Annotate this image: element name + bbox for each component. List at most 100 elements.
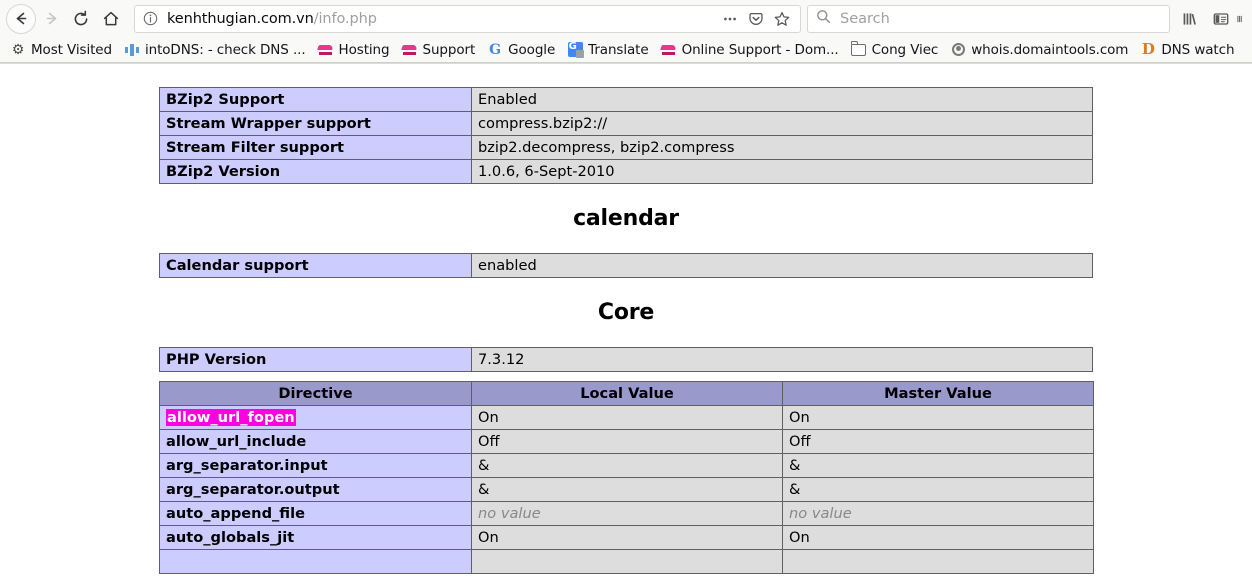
bookmark-label: whois.domaintools.com (971, 41, 1129, 58)
menu-icon[interactable] (1236, 5, 1246, 33)
table-spacer (159, 372, 1093, 381)
toolbar-right (1174, 5, 1246, 33)
table-row: Calendar support enabled (159, 253, 1093, 278)
row-key: BZip2 Support (159, 87, 472, 112)
column-header-directive: Directive (159, 381, 472, 406)
row-value: compress.bzip2:// (471, 111, 1093, 136)
row-value: bzip2.decompress, bzip2.compress (471, 135, 1093, 160)
url-actions (718, 7, 796, 31)
table-row: Stream Wrapper support compress.bzip2:// (159, 111, 1093, 136)
page-content: BZip2 Support Enabled Stream Wrapper sup… (0, 64, 1252, 578)
star-gear-icon: ⚙ (11, 41, 25, 58)
navigation-toolbar: kenhthugian.com.vn/info.php Search (0, 0, 1252, 37)
phpinfo-body: BZip2 Support Enabled Stream Wrapper sup… (159, 64, 1094, 574)
master-value: Off (782, 429, 1094, 454)
row-value: 1.0.6, 6-Sept-2010 (471, 159, 1093, 184)
master-value: no value (782, 501, 1094, 526)
url-bar[interactable]: kenhthugian.com.vn/info.php (134, 4, 801, 33)
directive-name: allow_url_include (159, 429, 472, 454)
table-row: Stream Filter support bzip2.decompress, … (159, 135, 1093, 160)
home-icon (102, 10, 120, 28)
bookmark-label: Online Support - Dom... (681, 41, 839, 58)
bookmark-label: Google (508, 41, 556, 58)
table-row: PHP Version 7.3.12 (159, 347, 1093, 372)
intodns-icon (124, 42, 140, 58)
row-value: Enabled (471, 87, 1093, 112)
bookmark-hosting[interactable]: Hosting (312, 39, 396, 61)
back-button[interactable] (6, 3, 36, 34)
pocket-icon[interactable] (744, 7, 768, 31)
table-row: auto_append_file no value no value (159, 501, 1094, 526)
bookmark-star-icon[interactable] (770, 7, 794, 31)
bookmark-dns-watch[interactable]: D DNS watch (1134, 39, 1240, 61)
reload-button[interactable] (66, 5, 96, 33)
bookmark-intodns[interactable]: intoDNS: - check DNS ... (118, 39, 312, 61)
library-icon[interactable] (1174, 5, 1205, 33)
local-value: On (471, 405, 783, 430)
master-value: & (782, 477, 1094, 502)
page-actions-icon[interactable] (718, 7, 742, 31)
bookmark-google[interactable]: G Google (481, 39, 561, 61)
google-translate-icon (567, 41, 584, 58)
table-row: auto_globals_jit On On (159, 525, 1094, 550)
sidebar-icon[interactable] (1205, 5, 1236, 33)
bookmark-most-visited[interactable]: ⚙ Most Visited (4, 39, 118, 61)
table-row: BZip2 Version 1.0.6, 6-Sept-2010 (159, 159, 1093, 184)
table-header-row: Directive Local Value Master Value (159, 381, 1094, 406)
local-value: On (471, 525, 783, 550)
bookmarks-bar: ⚙ Most Visited intoDNS: - check DNS ... … (0, 37, 1252, 63)
folder-icon (850, 41, 867, 58)
url-text[interactable]: kenhthugian.com.vn/info.php (167, 11, 718, 27)
table-row: BZip2 Support Enabled (159, 87, 1093, 112)
row-key: PHP Version (159, 347, 472, 372)
back-icon (6, 3, 36, 34)
row-key: Stream Filter support (159, 135, 472, 160)
table-row: allow_url_include Off Off (159, 429, 1094, 454)
bookmark-label: Translate (588, 41, 649, 58)
search-input[interactable]: Search (840, 11, 890, 27)
column-header-master-value: Master Value (782, 381, 1094, 406)
row-key: Stream Wrapper support (159, 111, 472, 136)
bookmark-translate[interactable]: Translate (561, 39, 654, 61)
no-value-text: no value (789, 505, 852, 522)
local-value: Off (471, 429, 783, 454)
support-icon (401, 42, 417, 58)
master-value: & (782, 453, 1094, 478)
bookmark-label: Most Visited (31, 41, 112, 58)
bookmark-whois[interactable]: whois.domaintools.com (944, 39, 1134, 61)
local-value: & (471, 477, 783, 502)
section-heading-core: Core (597, 300, 655, 325)
forward-button[interactable] (36, 5, 66, 33)
calendar-table: Calendar support enabled (159, 253, 1093, 278)
home-button[interactable] (96, 5, 126, 33)
row-value: 7.3.12 (471, 347, 1093, 372)
table-row: allow_url_fopen On On (159, 405, 1094, 430)
master-value: On (782, 405, 1094, 430)
whois-icon (950, 42, 966, 58)
table-row: arg_separator.input & & (159, 453, 1094, 478)
directive-name: arg_separator.input (159, 453, 472, 478)
hosting-icon (318, 42, 334, 58)
bookmark-support[interactable]: Support (395, 39, 481, 61)
master-value (782, 549, 1094, 574)
info-circle-icon[interactable] (143, 11, 158, 26)
directive-name (159, 549, 472, 574)
directive-name: allow_url_fopen (159, 405, 472, 430)
row-key: Calendar support (159, 253, 472, 278)
bookmark-cong-viec[interactable]: Cong Viec (845, 39, 945, 61)
search-bar[interactable]: Search (807, 4, 1170, 33)
table-row (159, 549, 1094, 574)
local-value (471, 549, 783, 574)
bookmark-online-support[interactable]: Online Support - Dom... (655, 39, 845, 61)
local-value: no value (471, 501, 783, 526)
bookmark-label: DNS watch (1161, 41, 1235, 58)
find-highlight: allow_url_fopen (166, 409, 296, 426)
row-key: BZip2 Version (159, 159, 472, 184)
dnswatch-icon: D (1141, 40, 1155, 58)
directive-name: auto_append_file (159, 501, 472, 526)
forward-icon (43, 10, 60, 27)
search-icon (816, 9, 831, 28)
core-version-table: PHP Version 7.3.12 (159, 347, 1093, 372)
row-value: enabled (471, 253, 1093, 278)
core-directives-table: Directive Local Value Master Value allow… (159, 381, 1094, 574)
